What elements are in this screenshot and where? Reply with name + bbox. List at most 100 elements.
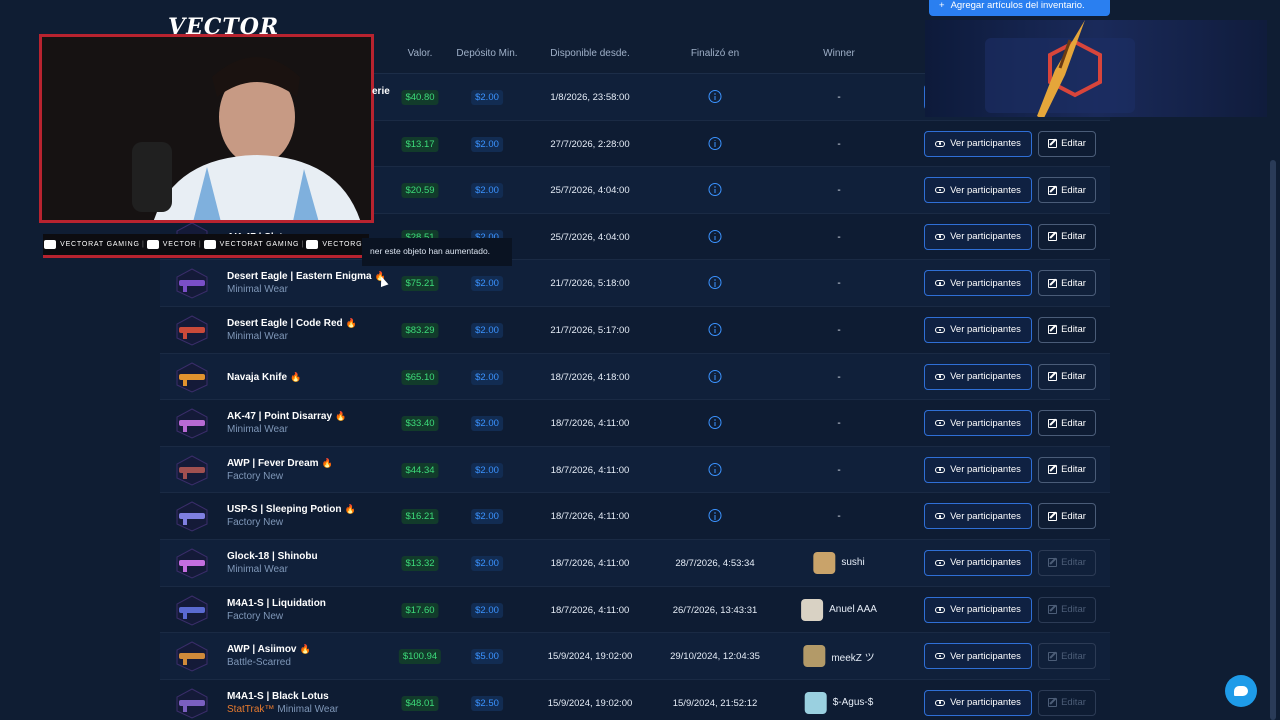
deposit-badge: $2.00	[471, 555, 503, 571]
edit-button[interactable]: Editar	[1038, 223, 1096, 250]
fire-icon: 🔥	[344, 504, 356, 515]
youtube-link: VECTORAT GAMING	[44, 240, 140, 249]
view-participants-button[interactable]: Ver participantes	[924, 456, 1032, 483]
edit-button[interactable]: Editar	[1038, 596, 1096, 623]
info-icon[interactable]	[708, 229, 722, 243]
edit-button[interactable]: Editar	[1038, 177, 1096, 204]
info-icon[interactable]	[708, 183, 722, 197]
table-row: M4A1-S | Black Lotus StatTrak™ Minimal Wea…	[160, 679, 1110, 720]
edit-button[interactable]: Editar	[1038, 643, 1096, 670]
eye-icon	[935, 280, 946, 287]
item-name: Navaja Knife 🔥	[227, 371, 302, 383]
table-row: Navaja Knife 🔥 $65.10 $2.00 18/7/2026, 4:18:…	[160, 353, 1110, 401]
item-condition: Minimal Wear	[227, 284, 288, 296]
info-icon[interactable]	[708, 509, 722, 523]
view-participants-button[interactable]: Ver participantes	[924, 689, 1032, 716]
twitter-icon	[203, 240, 216, 249]
header-ended: Finalizó en	[690, 48, 740, 59]
eye-icon	[935, 653, 946, 660]
winner-cell: Anuel AAA	[801, 598, 877, 621]
header-available: Disponible desde.	[550, 48, 630, 59]
edit-icon	[1048, 232, 1058, 242]
value-badge: $65.10	[401, 369, 439, 385]
edit-button[interactable]: Editar	[1038, 363, 1096, 390]
value-badge: $13.17	[401, 136, 439, 152]
edit-button[interactable]: Editar	[1038, 270, 1096, 297]
view-participants-button[interactable]: Ver participantes	[924, 316, 1032, 343]
info-icon[interactable]	[708, 322, 722, 336]
knife-illustration	[985, 20, 1135, 117]
item-name: USP-S | Sleeping Potion 🔥	[227, 504, 356, 516]
ended-date: 15/9/2024, 21:52:12	[672, 697, 758, 709]
deposit-badge: $2.00	[471, 136, 503, 152]
table-row: AK-47 | Point Disarray 🔥 Minimal Wear $33.4…	[160, 400, 1110, 447]
item-condition: Minimal Wear	[227, 563, 288, 575]
eye-icon	[935, 513, 946, 520]
deposit-badge: $2.00	[471, 416, 503, 432]
deposit-badge: $2.00	[471, 276, 503, 292]
info-icon[interactable]	[708, 462, 722, 476]
item-thumbnail	[174, 687, 210, 719]
header-value: Valor.	[407, 48, 433, 59]
chat-support-button[interactable]	[1225, 675, 1257, 707]
info-icon[interactable]	[708, 90, 722, 103]
table-row: M4A1-S | Liquidation Factory New $17.60 $2.…	[160, 586, 1110, 634]
fire-icon: 🔥	[345, 317, 357, 328]
view-participants-button[interactable]: Ver participantes	[924, 177, 1032, 204]
winner-cell: $-Agus-$	[804, 691, 873, 714]
item-thumbnail	[174, 500, 210, 532]
winner-empty: -	[837, 511, 841, 523]
eye-icon	[935, 326, 946, 333]
ended-date: 28/7/2026, 4:53:34	[675, 557, 755, 569]
eye-icon	[935, 233, 946, 240]
winner-name: meekZ ツ	[831, 652, 875, 664]
edit-button[interactable]: Editar	[1038, 130, 1096, 157]
view-participants-button[interactable]: Ver participantes	[924, 596, 1032, 623]
avatar	[801, 598, 824, 621]
available-date: 1/8/2026, 23:58:00	[550, 92, 630, 103]
edit-button[interactable]: Editar	[1038, 549, 1096, 576]
winner-empty: -	[837, 185, 841, 197]
stream-overlay-art	[925, 20, 1267, 117]
deposit-badge: $2.00	[471, 462, 503, 478]
value-badge: $75.21	[401, 276, 439, 292]
ended-date: 26/7/2026, 13:43:31	[672, 604, 758, 616]
view-participants-button[interactable]: Ver participantes	[924, 223, 1032, 250]
item-condition: Battle-Scarred	[227, 657, 291, 669]
view-participants-button[interactable]: Ver participantes	[924, 410, 1032, 437]
edit-button[interactable]: Editar	[1038, 410, 1096, 437]
eye-icon	[935, 373, 946, 380]
available-date: 25/7/2026, 4:04:00	[550, 185, 630, 197]
view-participants-button[interactable]: Ver participantes	[924, 549, 1032, 576]
eye-icon	[935, 466, 946, 473]
fire-icon: 🔥	[321, 457, 333, 468]
edit-button[interactable]: Editar	[1038, 316, 1096, 343]
edit-button[interactable]: Editar	[1038, 503, 1096, 530]
view-participants-button[interactable]: Ver participantes	[924, 270, 1032, 297]
edit-button[interactable]: Editar	[1038, 456, 1096, 483]
info-icon[interactable]	[708, 369, 722, 383]
info-icon[interactable]	[708, 416, 722, 430]
view-participants-button[interactable]: Ver participantes	[924, 643, 1032, 670]
value-badge: $17.60	[401, 602, 439, 618]
edit-icon	[1048, 698, 1058, 708]
winner-empty: -	[837, 92, 841, 103]
add-inventory-button[interactable]: + Agregar artículos del inventario.	[929, 0, 1110, 16]
view-participants-button[interactable]: Ver participantes	[924, 363, 1032, 390]
table-row: USP-S | Sleeping Potion 🔥 Factory New $16.2…	[160, 493, 1110, 540]
eye-icon	[935, 187, 946, 194]
page-scrollbar[interactable]	[1270, 160, 1276, 720]
add-inventory-label: Agregar artículos del inventario.	[950, 0, 1085, 11]
table-row: AWP | Asiimov 🔥 Battle-Scarred $100.94 $5.00…	[160, 633, 1110, 680]
info-icon[interactable]	[708, 276, 722, 290]
avatar	[803, 645, 826, 668]
available-date: 18/7/2026, 4:11:00	[550, 511, 630, 523]
item-name: Desert Eagle | Eastern Enigma 🔥	[227, 271, 386, 283]
edit-icon	[1048, 558, 1058, 568]
view-participants-button[interactable]: Ver participantes	[924, 130, 1032, 157]
edit-button[interactable]: Editar	[1038, 689, 1096, 716]
vector-logo: VECTOR	[168, 14, 280, 40]
info-icon[interactable]	[708, 136, 722, 150]
view-participants-button[interactable]: Ver participantes	[924, 503, 1032, 530]
winner-empty: -	[837, 418, 841, 430]
